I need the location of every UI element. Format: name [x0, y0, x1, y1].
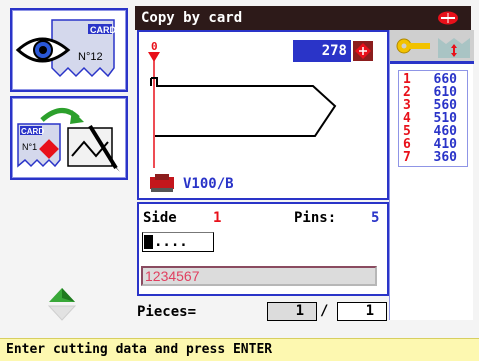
cuts-panel: 1 660 2 610 3 560 4 510 5 460 6 410 7 360 [389, 30, 474, 320]
text-caret [144, 235, 153, 249]
pins-label: Pins: [294, 210, 337, 226]
copy-card-number: N°1 [22, 142, 37, 152]
cut-code-input-value: .... [154, 234, 188, 250]
cuts-panel-header [390, 30, 474, 64]
card-code-display: 1234567 [141, 266, 377, 286]
title-bar: Copy by card [135, 6, 471, 30]
view-card-button[interactable]: CARD N°12 [10, 8, 128, 92]
brand-logo-icon [438, 11, 458, 25]
page-title: Copy by card [141, 10, 243, 26]
copy-card-label: CARD [21, 127, 44, 136]
key-header-icon [396, 38, 470, 58]
arrow-down-icon [48, 305, 76, 321]
cutting-machine-icon [150, 174, 174, 192]
cut-depth-value: 360 [433, 150, 457, 165]
cut-index: 7 [403, 150, 411, 165]
card-copy-icon: CARD N°1 [17, 108, 120, 172]
pieces-current-field[interactable]: 1 [267, 302, 317, 321]
eye-card-icon: CARD N°12 [15, 19, 116, 78]
origin-marker-icon [148, 52, 160, 62]
cut-code-input[interactable]: .... [142, 232, 214, 252]
copy-card-button[interactable]: CARD N°1 [10, 96, 128, 180]
status-bar: Enter cutting data and press ENTER [0, 338, 479, 361]
pins-value: 5 [371, 210, 380, 226]
view-card-label: CARD [90, 25, 116, 35]
pieces-label: Pieces= [137, 304, 197, 320]
cut-depth-list: 1 660 2 610 3 560 4 510 5 460 6 410 7 360 [398, 70, 468, 167]
side-label: Side [143, 210, 177, 226]
view-card-number: N°12 [78, 51, 103, 63]
key-blade-outline [151, 77, 337, 137]
origin-marker-label: 0 [151, 40, 158, 53]
cut-row: 7 360 [403, 151, 463, 164]
key-cut-icon[interactable] [353, 41, 373, 61]
status-message: Enter cutting data and press ENTER [6, 342, 273, 357]
pieces-total-field[interactable]: 1 [337, 302, 387, 321]
pieces-separator: / [320, 303, 329, 319]
up-down-arrows-icon[interactable] [48, 286, 76, 322]
machine-model: V100/B [183, 176, 234, 192]
side-value: 1 [213, 210, 222, 226]
profile-value: 278 [293, 40, 351, 62]
key-profile-panel: 0 278 V100/B [137, 30, 389, 200]
cutting-data-panel: Side 1 Pins: 5 .... 1234567 [137, 202, 389, 296]
